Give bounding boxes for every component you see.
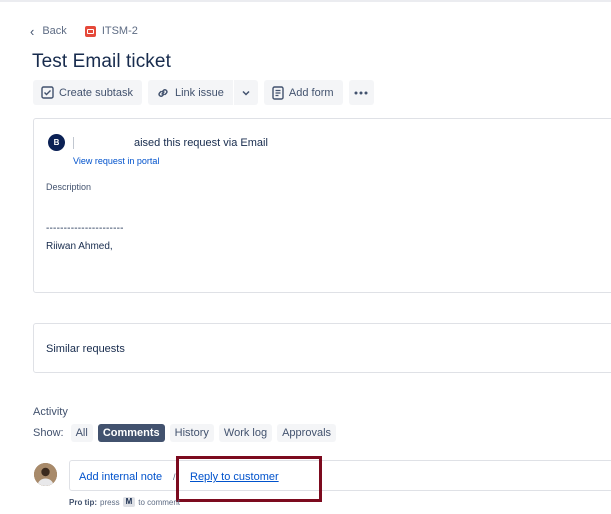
subtask-icon: [41, 86, 54, 99]
add-form-button[interactable]: Add form: [263, 80, 343, 105]
issue-type-icon: [84, 25, 96, 37]
current-user-avatar[interactable]: [34, 463, 57, 486]
create-subtask-label: Create subtask: [59, 86, 133, 99]
description-signature: Riiwan Ahmed,: [46, 241, 113, 252]
channel-text: Email: [240, 137, 268, 149]
link-icon: [158, 88, 168, 97]
shortcut-key: M: [122, 497, 136, 507]
redacted-name: [73, 137, 134, 149]
pro-tip-prefix: Pro tip:: [69, 497, 97, 507]
chevron-left-icon: ‹: [30, 23, 35, 39]
chevron-down-icon: [242, 90, 250, 96]
add-form-label: Add form: [288, 86, 334, 99]
activity-filter-bar: Show: All Comments History Work log Appr…: [33, 424, 337, 442]
highlight-box: [176, 456, 322, 502]
link-issue-label: Link issue: [174, 86, 224, 99]
add-internal-note-button[interactable]: Add internal note: [79, 471, 162, 483]
create-subtask-button[interactable]: Create subtask: [33, 80, 142, 105]
request-details-card: B aised this request via Email View requ…: [33, 118, 611, 293]
filter-approvals[interactable]: Approvals: [277, 424, 337, 442]
filter-comments[interactable]: Comments: [97, 424, 165, 442]
view-request-in-portal-link[interactable]: View request in portal: [73, 156, 159, 166]
description-label: Description: [46, 182, 92, 192]
pro-tip-press: press: [100, 497, 120, 507]
filter-history[interactable]: History: [169, 424, 214, 442]
link-issue-button[interactable]: Link issue: [147, 80, 233, 105]
pro-tip-suffix: to comment: [138, 497, 181, 507]
filter-all[interactable]: All: [70, 424, 93, 442]
issue-title[interactable]: Test Email ticket: [32, 51, 171, 73]
similar-requests-label: Similar requests: [46, 343, 125, 355]
link-issue-dropdown[interactable]: [233, 80, 258, 105]
raised-text: aised this request via: [134, 137, 238, 149]
top-divider: [0, 0, 611, 2]
more-icon: [354, 91, 368, 94]
link-issue-group: Link issue: [147, 80, 258, 105]
user-photo-icon: [34, 463, 57, 486]
activity-heading: Activity: [33, 406, 68, 418]
issue-key-link[interactable]: ITSM-2: [84, 25, 138, 37]
breadcrumb: ‹ Back ITSM-2: [30, 23, 138, 39]
back-link[interactable]: ‹ Back: [30, 23, 67, 39]
similar-requests-panel[interactable]: Similar requests: [33, 323, 611, 373]
show-label: Show:: [33, 427, 64, 439]
raised-by-text: aised this request via Email: [73, 137, 268, 149]
back-label: Back: [42, 25, 67, 37]
description-separator: ----------------------: [46, 223, 124, 234]
more-actions-button[interactable]: [348, 80, 374, 105]
pro-tip: Pro tip: press M to comment: [69, 497, 180, 507]
reporter-avatar[interactable]: B: [48, 134, 65, 151]
issue-key: ITSM-2: [101, 25, 138, 37]
comment-box[interactable]: Add internal note / Reply to customer: [69, 460, 611, 491]
form-icon: [272, 85, 284, 100]
filter-work-log[interactable]: Work log: [218, 424, 273, 442]
issue-toolbar: Create subtask Link issue Add form: [33, 80, 374, 105]
